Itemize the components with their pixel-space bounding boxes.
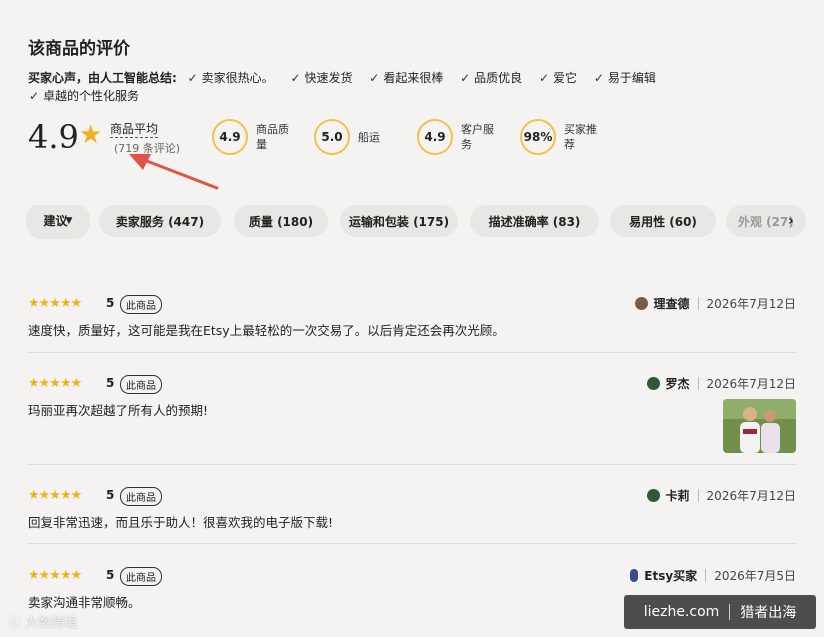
summary-tag[interactable]: ✓ 卖家很热心。 [187,69,274,87]
divider [729,604,731,620]
summary-tag[interactable]: ✓ 易于编辑 [593,69,656,87]
review-date: 2026年7月12日 [706,377,796,391]
sort-label: 建议 [43,214,68,228]
watermark-site: liezhe.com [643,604,720,620]
filter-chip[interactable]: 运输和包装 (175) [340,205,458,237]
review-text: 速度快，质量好，这可能是我在Etsy上最轻松的一次交易了。以后肯定还会再次光顾。 [28,323,505,338]
review-rating: 5 [106,296,115,310]
metric-ring: 4.9 [417,119,453,155]
this-item-badge: 此商品 [120,375,162,394]
review-date: 2026年7月12日 [706,489,796,503]
metric-item-shipping: 5.0 船运 [314,118,396,156]
review-meta: 理查德 2026年7月12日 [634,295,796,312]
review-meta: 罗杰 2026年7月12日 [646,375,796,392]
metric-ring: 4.9 [212,119,248,155]
check-icon: ✓ [460,71,471,85]
review-date: 2026年7月5日 [714,569,796,583]
watermark-left: ⓒ 大数跨境 [8,616,78,631]
metric-ring: 5.0 [314,119,350,155]
review-stars: ★★★★★ [28,296,82,311]
check-icon: ✓ [28,89,40,103]
review-text: 卖家沟通非常顺畅。 [28,595,141,610]
filter-chip[interactable]: 易用性 (60) [610,205,716,237]
red-arrow-annotation [129,154,219,190]
star-icon: ★ [79,120,103,150]
metric-item-service: 4.9 客户服务 [417,118,499,156]
divider [705,569,707,582]
review-stars: ★★★★★ [28,376,82,391]
average-rating-label[interactable]: 商品平均 [110,122,159,138]
summary-tag[interactable]: ✓ 爱它 [538,69,577,87]
chevron-right-icon[interactable]: › [788,213,794,229]
avatar[interactable] [634,297,648,310]
metric-item-recommend: 98% 买家推荐 [520,118,602,156]
check-icon: ✓ [369,71,380,85]
filter-chip[interactable]: 描述准确率 (83) [470,205,599,237]
reviewer-name[interactable]: Etsy买家 [644,567,697,584]
divider [697,489,699,502]
review-meta: Etsy买家 2026年7月5日 [630,567,796,584]
check-icon: ✓ [290,71,301,85]
section-title: 该商品的评价 [28,39,130,59]
divider [697,297,699,310]
filter-chip[interactable]: 卖家服务 (447) [99,205,221,237]
metric-label: 商品质量 [256,123,289,151]
review-rating: 5 [106,488,115,502]
divider [28,464,796,465]
metric-ring: 98% [520,119,556,155]
caret-down-icon: ▼ [65,216,73,226]
reviewer-name[interactable]: 罗杰 [666,375,690,392]
summary-lead: 买家心声，由人工智能总结: [28,71,177,85]
this-item-badge: 此商品 [120,487,162,506]
avatar[interactable] [646,377,660,390]
summary-tag[interactable]: ✓ 品质优良 [459,69,522,87]
review-text: 玛丽亚再次超越了所有人的预期! [28,403,209,418]
review-meta: 卡莉 2026年7月12日 [646,487,796,504]
sort-dropdown[interactable]: 建议 ▼ [26,205,90,239]
this-item-badge: 此商品 [120,295,162,314]
metric-label: 客户服务 [461,123,494,151]
divider [28,352,796,353]
check-icon: ✓ [187,71,198,85]
this-item-badge: 此商品 [120,567,162,586]
divider [697,377,699,390]
reviewer-name[interactable]: 卡莉 [666,487,690,504]
avatar[interactable] [646,489,660,502]
watermark-right: liezhe.com 猎者出海 [624,595,816,629]
filter-chips: 建议 ▼ 卖家服务 (447) 质量 (180) 运输和包装 (175) 描述准… [26,205,816,241]
filter-chip[interactable]: 质量 (180) [234,205,328,237]
reviewer-name[interactable]: 理查德 [654,295,690,312]
review-date: 2026年7月12日 [706,297,796,311]
summary-tag[interactable]: ✓ 卓越的个性化服务 [28,87,139,105]
avatar[interactable] [630,569,639,582]
review-text: 回复非常迅速，而且乐于助人！很喜欢我的电子版下载! [28,515,334,530]
metric-label: 买家推荐 [564,123,597,151]
metric-label: 船运 [358,130,380,144]
review-stars: ★★★★★ [28,488,82,503]
review-rating: 5 [106,376,115,390]
reviews-page: 该商品的评价 买家心声，由人工智能总结: ✓ 卖家很热心。 ✓ 快速发货 ✓ 看起来很… [0,0,824,637]
check-icon: ✓ [538,71,550,85]
review-photo[interactable] [723,399,796,453]
metric-item-quality: 4.9 商品质量 [212,118,294,156]
copyright-icon: ⓒ [8,616,26,631]
ai-summary: 买家心声，由人工智能总结: ✓ 卖家很热心。 ✓ 快速发货 ✓ 看起来很棒 ✓ 品质优良… [28,69,788,105]
check-icon: ✓ [593,71,604,85]
review-stars: ★★★★★ [28,568,82,583]
summary-tag[interactable]: ✓ 看起来很棒 [368,69,443,87]
divider [28,543,796,544]
average-rating-value: 4.9 [28,118,79,156]
summary-tag[interactable]: ✓ 快速发货 [289,69,352,87]
filter-chip[interactable]: 外观 (27) [726,205,806,237]
review-rating: 5 [106,568,115,582]
watermark-brand: 猎者出海 [740,605,797,621]
